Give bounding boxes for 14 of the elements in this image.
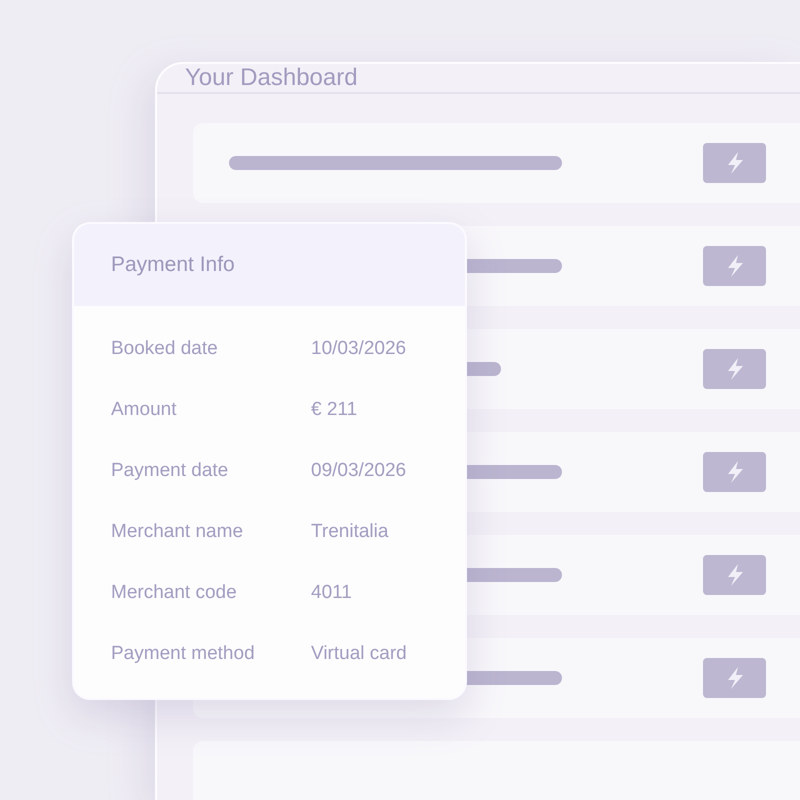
card-title: Payment Info bbox=[111, 253, 235, 277]
field-label: Amount bbox=[111, 398, 178, 420]
field-value: 10/03/2026 bbox=[311, 338, 406, 360]
field-value: 4011 bbox=[311, 582, 352, 604]
field-label: Merchant name bbox=[111, 520, 244, 542]
field-value: 09/03/2026 bbox=[311, 460, 406, 482]
field-label: Booked date bbox=[111, 338, 219, 360]
field-value: Virtual card bbox=[311, 642, 407, 664]
field-value: € 211 bbox=[311, 398, 358, 420]
field-label: Payment method bbox=[111, 642, 256, 664]
field-value: Trenitalia bbox=[311, 520, 388, 542]
field-label: Payment date bbox=[111, 460, 230, 482]
field-label: Merchant code bbox=[111, 582, 238, 604]
dashboard-title: Your Dashboard bbox=[185, 64, 358, 92]
